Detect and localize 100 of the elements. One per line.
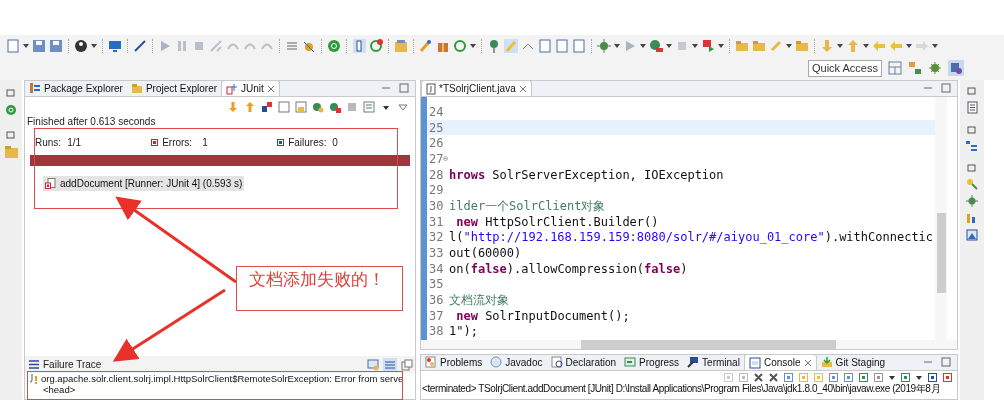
chart-icon[interactable]	[966, 212, 978, 224]
console-icon[interactable]	[748, 356, 761, 369]
tab[interactable]: Git Staging	[816, 354, 890, 370]
ring-icon[interactable]	[327, 39, 341, 53]
person-icon[interactable]	[74, 39, 88, 53]
restore-icon[interactable]	[967, 86, 977, 96]
image-icon[interactable]	[966, 229, 978, 241]
close-icon[interactable]	[803, 358, 812, 367]
rerun-failed-icon[interactable]	[329, 101, 341, 113]
git-icon[interactable]	[820, 356, 833, 368]
tab[interactable]: Project Explorer	[126, 80, 222, 96]
collapse-icon[interactable]	[443, 156, 449, 162]
vertical-scrollbar[interactable]	[935, 97, 947, 340]
list-icon[interactable]	[363, 101, 375, 113]
caret-icon[interactable]	[640, 44, 646, 48]
brush-icon[interactable]	[419, 39, 433, 53]
caret-icon[interactable]	[932, 44, 938, 48]
close-icon[interactable]	[266, 84, 275, 93]
tab[interactable]: Declaration	[546, 354, 621, 370]
close-icon[interactable]	[753, 371, 764, 383]
jar-icon[interactable]	[394, 39, 408, 53]
line-number: 27	[429, 150, 444, 168]
perspective-icon[interactable]	[948, 60, 964, 76]
caret-icon[interactable]	[906, 44, 912, 48]
caret-icon[interactable]	[23, 44, 29, 48]
tab[interactable]: Console	[743, 354, 817, 370]
caret-icon[interactable]	[692, 44, 698, 48]
horizontal-scrollbar[interactable]	[421, 340, 957, 349]
run-icon[interactable]	[649, 39, 663, 53]
arrow-up-icon[interactable]	[244, 101, 256, 113]
play-icon[interactable]	[158, 39, 172, 53]
close-all-icon[interactable]	[768, 371, 779, 383]
restore-icon[interactable]	[6, 130, 16, 140]
failures-label: Failures:	[288, 135, 328, 150]
caret-icon[interactable]	[470, 44, 476, 48]
close-icon[interactable]	[518, 84, 527, 93]
ring-icon[interactable]	[5, 104, 17, 116]
list-icon	[29, 360, 39, 369]
key-icon[interactable]	[966, 178, 978, 190]
tab[interactable]: Terminal	[683, 354, 744, 370]
tab[interactable]: Package Explorer	[25, 80, 127, 96]
gear-icon[interactable]	[597, 39, 611, 53]
code-line: new SolrInputDocument();	[455, 307, 630, 325]
filter-icon[interactable]	[383, 357, 397, 372]
history-icon[interactable]	[278, 101, 290, 113]
exception-icon[interactable]	[29, 373, 39, 384]
maximize-icon[interactable]	[399, 83, 409, 93]
rerun-icon[interactable]	[312, 101, 324, 113]
runs-label: Runs:	[35, 135, 62, 150]
java-file-icon[interactable]	[426, 82, 436, 95]
restore-icon[interactable]	[967, 125, 977, 135]
pause-icon[interactable]	[175, 39, 189, 53]
error-filter-icon[interactable]	[261, 101, 273, 113]
terminal-icon[interactable]	[687, 356, 700, 368]
pen-icon[interactable]	[133, 39, 147, 53]
caret-icon[interactable]	[614, 44, 620, 48]
tab[interactable]: Problems	[421, 354, 487, 370]
restore-icon[interactable]	[6, 88, 16, 98]
outline-icon[interactable]	[966, 140, 978, 152]
lines-icon[interactable]	[285, 39, 299, 53]
save-icon[interactable]	[49, 39, 63, 53]
line-number: 35	[429, 276, 444, 294]
caret-icon[interactable]	[718, 44, 724, 48]
monitor-icon[interactable]	[108, 39, 122, 53]
copy-icon[interactable]	[401, 358, 413, 371]
progress-icon[interactable]	[624, 356, 637, 368]
folder-icon[interactable]	[735, 39, 749, 53]
gear-icon[interactable]	[966, 195, 978, 207]
declaration-icon[interactable]	[550, 356, 563, 368]
refresh-icon[interactable]	[369, 39, 383, 53]
folder-icon[interactable]	[752, 39, 766, 53]
quick-access-field[interactable]: Quick Access	[807, 59, 882, 77]
error-icon	[151, 138, 159, 146]
caret-icon[interactable]	[91, 44, 97, 48]
caret-icon[interactable]	[666, 44, 672, 48]
test-item[interactable]: addDocument [Runner: JUnit 4] (0.593 s)	[43, 176, 245, 191]
tab[interactable]: *TSolrjClient.java	[421, 80, 532, 96]
package-icon[interactable]	[29, 82, 41, 94]
maximize-icon[interactable]	[941, 83, 951, 93]
folder-icon[interactable]	[4, 146, 18, 158]
grid-icon[interactable]	[888, 61, 902, 75]
layout-icon[interactable]	[295, 101, 307, 113]
caret-icon[interactable]	[837, 44, 843, 48]
run-icon[interactable]	[701, 39, 715, 53]
tab[interactable]: Progress	[620, 354, 684, 370]
hierarchy-icon[interactable]	[908, 61, 922, 75]
restore-icon[interactable]	[967, 163, 977, 173]
caret-icon[interactable]	[863, 44, 869, 48]
error-test-icon[interactable]	[45, 178, 56, 189]
menu-icon[interactable]	[397, 101, 409, 113]
junit-icon[interactable]	[226, 82, 239, 95]
tab[interactable]: JUnit	[221, 80, 280, 96]
folder-icon[interactable]	[130, 82, 143, 94]
maximize-icon[interactable]	[941, 357, 951, 367]
caret-icon[interactable]	[786, 44, 792, 48]
problems-icon[interactable]	[425, 356, 437, 368]
arrow-down-icon[interactable]	[227, 101, 239, 113]
line-number: 34	[429, 260, 444, 278]
tab[interactable]: Javadoc	[486, 354, 547, 370]
compare-icon[interactable]	[367, 358, 379, 371]
